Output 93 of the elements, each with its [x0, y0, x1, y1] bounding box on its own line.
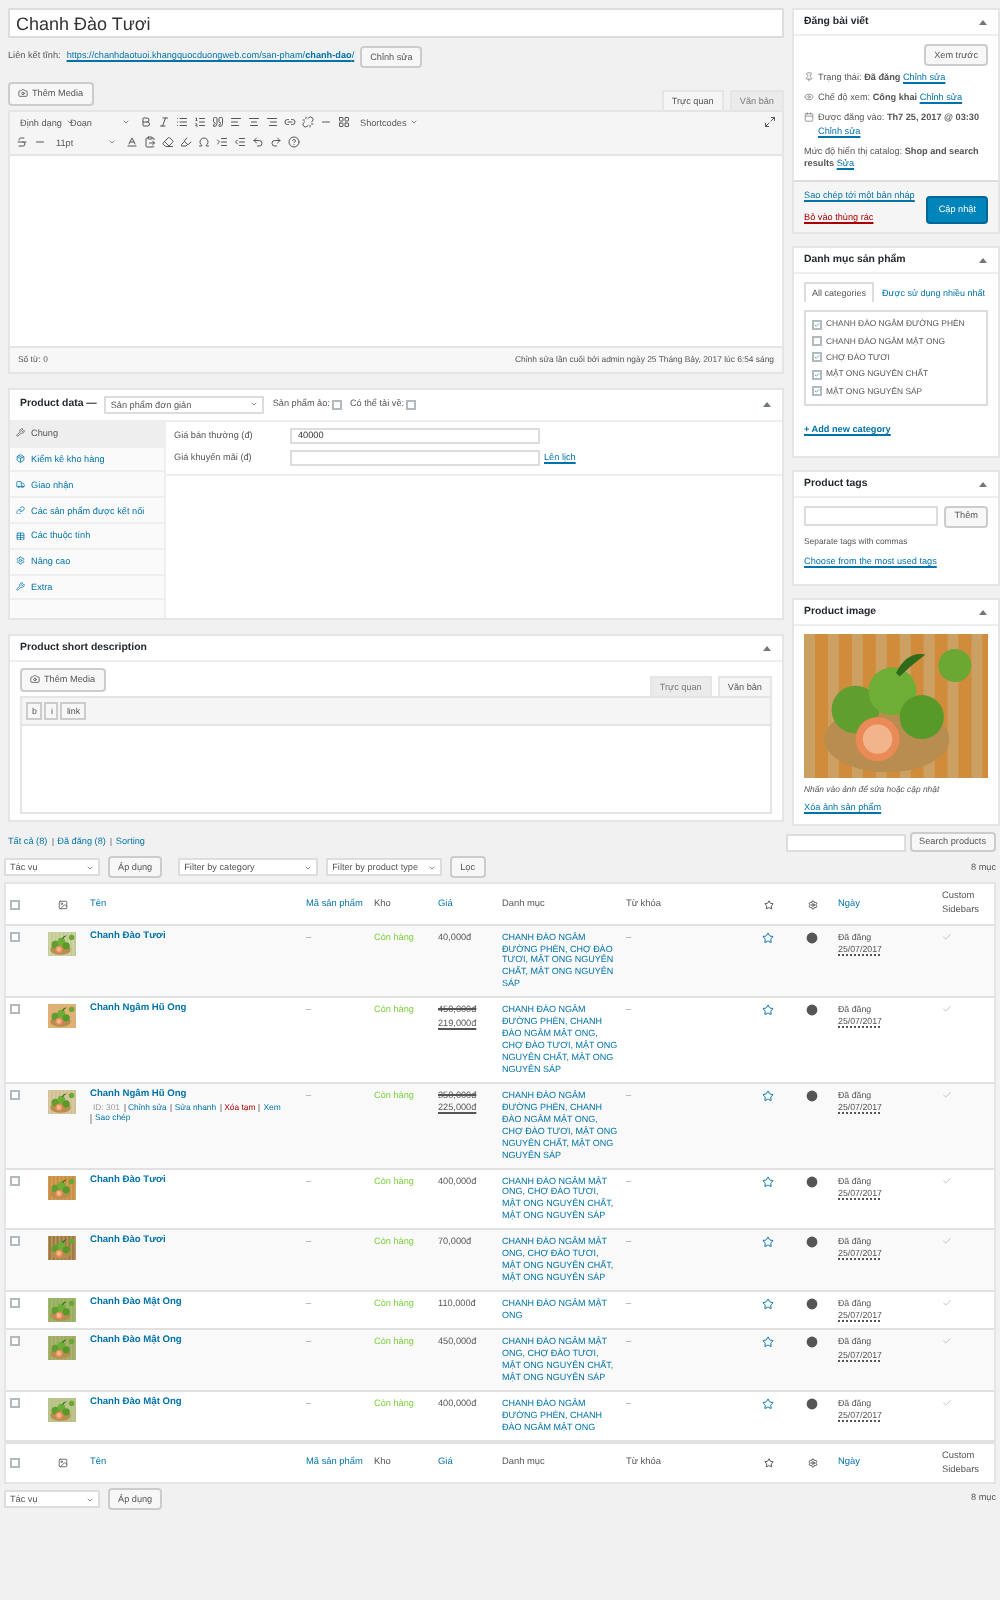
product-type-icon	[806, 1336, 818, 1349]
product-type-icon	[806, 1398, 818, 1411]
indent-icon[interactable]	[216, 136, 228, 149]
image-icon	[57, 899, 67, 910]
featured-star-icon[interactable]	[762, 1398, 774, 1411]
checkbox[interactable]	[331, 399, 342, 410]
truck-icon	[16, 480, 25, 490]
product-type-icon	[806, 1298, 818, 1311]
select-all-checkbox[interactable]	[10, 899, 20, 910]
image-icon	[57, 1458, 67, 1468]
row-checkbox[interactable]	[10, 1298, 20, 1309]
align-right-icon[interactable]	[266, 116, 278, 129]
star-icon	[763, 899, 773, 910]
collapse-arrow-icon	[762, 643, 772, 652]
quote-icon[interactable]	[212, 116, 224, 129]
row-checkbox[interactable]	[10, 1398, 20, 1409]
bullet-list-icon[interactable]	[176, 116, 188, 129]
align-center-icon[interactable]	[248, 116, 260, 129]
check-icon	[942, 1336, 952, 1347]
link-icon[interactable]	[284, 116, 296, 129]
bold-icon[interactable]	[140, 116, 152, 129]
text-color-icon[interactable]	[126, 136, 138, 149]
toolbar-toggle-icon[interactable]	[338, 116, 350, 129]
tag-input[interactable]	[804, 506, 939, 527]
paste-icon[interactable]	[144, 136, 156, 149]
featured-star-icon[interactable]	[762, 1298, 774, 1311]
eye-icon	[804, 91, 814, 102]
row-checkbox[interactable]	[10, 1004, 20, 1015]
collapse-arrow-icon	[978, 479, 988, 488]
gear-icon	[16, 556, 25, 566]
check-icon	[942, 931, 952, 942]
category-checkbox[interactable]	[812, 319, 822, 330]
omega-icon[interactable]	[198, 136, 210, 149]
package-icon	[16, 454, 25, 464]
check-icon	[942, 1398, 952, 1409]
check-icon	[942, 1298, 952, 1309]
featured-star-icon[interactable]	[762, 1175, 774, 1188]
undo-icon[interactable]	[252, 136, 264, 149]
category-checkbox[interactable]	[812, 352, 822, 363]
row-checkbox[interactable]	[10, 1236, 20, 1247]
product-type-icon	[806, 1089, 818, 1102]
strikethrough-icon[interactable]	[16, 136, 28, 149]
horizontal-line-icon[interactable]	[320, 116, 332, 129]
price-field[interactable]	[290, 449, 540, 466]
featured-star-icon[interactable]	[762, 1089, 774, 1102]
product-type-icon	[806, 1004, 818, 1017]
highlighter-icon[interactable]	[180, 136, 192, 149]
media-icon	[18, 88, 28, 99]
horizontal-line-icon[interactable]	[34, 136, 46, 149]
outdent-icon[interactable]	[234, 136, 246, 149]
row-checkbox[interactable]	[10, 1336, 20, 1347]
table-icon	[16, 531, 25, 541]
search-field[interactable]	[785, 833, 906, 851]
row-checkbox[interactable]	[10, 1175, 20, 1186]
collapse-arrow-icon	[978, 608, 988, 617]
gear-icon	[807, 899, 817, 910]
eraser-icon[interactable]	[162, 136, 174, 149]
check-icon	[942, 1004, 952, 1015]
collapse-arrow-icon	[762, 400, 772, 409]
category-checkbox[interactable]	[812, 335, 822, 346]
check-icon	[942, 1089, 952, 1100]
category-checkbox[interactable]	[812, 369, 822, 380]
row-checkbox[interactable]	[10, 1089, 20, 1100]
redo-icon[interactable]	[270, 136, 282, 149]
link-icon	[16, 505, 25, 515]
checkbox[interactable]	[406, 399, 417, 410]
star-icon	[763, 1458, 773, 1468]
check-icon	[942, 1175, 952, 1186]
select-all-checkbox[interactable]	[10, 1458, 20, 1468]
check-icon	[942, 1236, 952, 1247]
row-checkbox[interactable]	[10, 931, 20, 942]
featured-star-icon[interactable]	[762, 1236, 774, 1249]
wrench-icon	[16, 428, 25, 438]
media-icon	[30, 674, 40, 685]
collapse-arrow-icon	[978, 18, 988, 26]
featured-star-icon[interactable]	[762, 1336, 774, 1349]
italic-icon[interactable]	[158, 116, 170, 129]
align-left-icon[interactable]	[230, 116, 242, 129]
title-field[interactable]: Chanh Đào Tươi	[8, 8, 784, 38]
gear-icon	[807, 1458, 817, 1468]
wrench-icon	[16, 582, 25, 592]
featured-star-icon[interactable]	[762, 931, 774, 944]
product-type-icon	[806, 931, 818, 944]
unlink-icon[interactable]	[302, 116, 314, 129]
collapse-arrow-icon	[978, 256, 988, 265]
product-type-icon	[806, 1236, 818, 1249]
pin-icon	[804, 71, 814, 82]
help-icon[interactable]	[288, 136, 300, 149]
product-type-icon	[806, 1175, 818, 1188]
category-checkbox[interactable]	[812, 386, 822, 397]
calendar-icon	[804, 111, 814, 122]
numbered-list-icon[interactable]	[194, 116, 206, 129]
featured-star-icon[interactable]	[762, 1004, 774, 1017]
